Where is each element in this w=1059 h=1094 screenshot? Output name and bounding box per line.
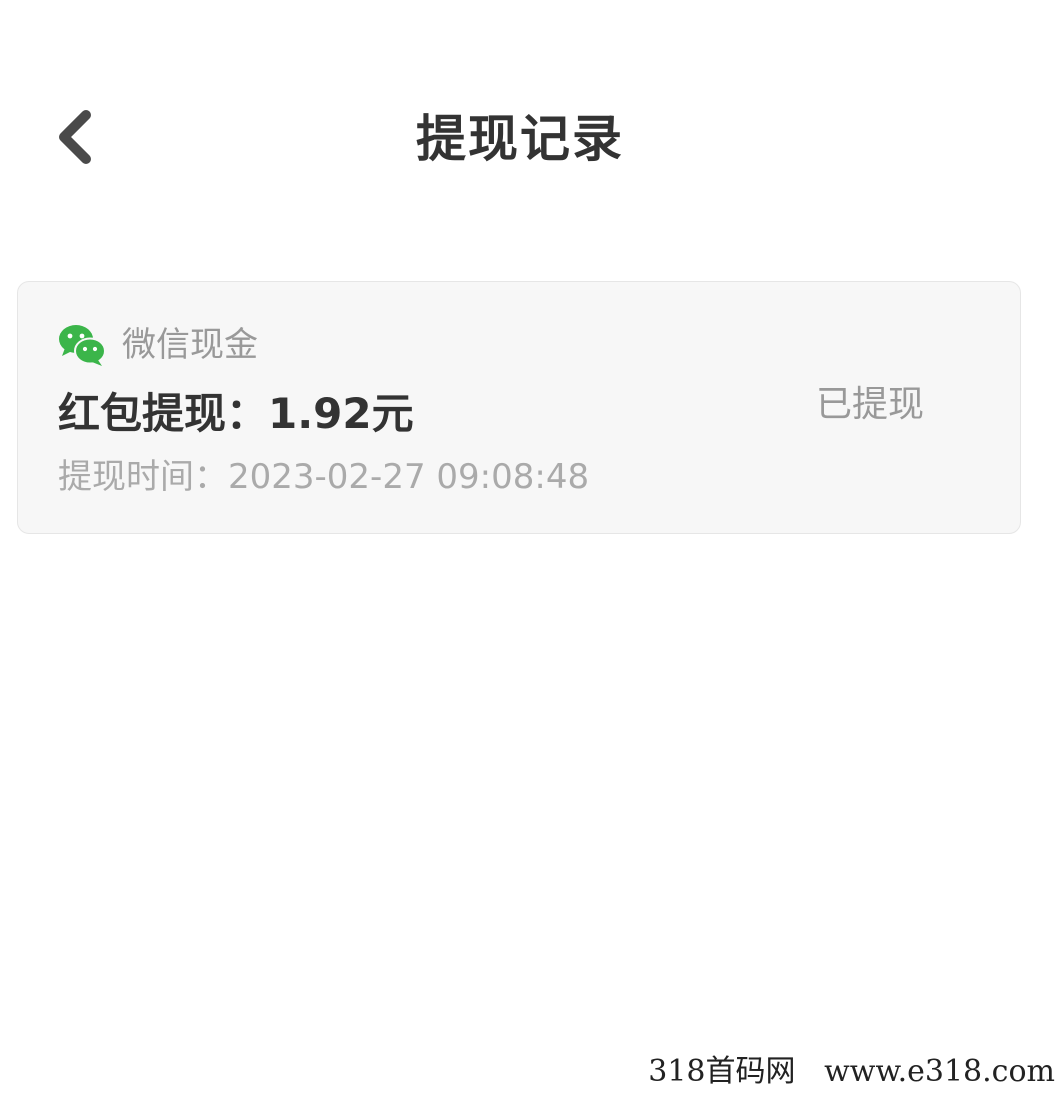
page-title: 提现记录: [416, 110, 624, 168]
withdrawal-time: 提现时间：2023-02-27 09:08:48: [58, 457, 590, 497]
wechat-icon: [59, 325, 106, 366]
withdrawal-record-card: 微信现金 红包提现：1.92元 已提现 提现时间：2023-02-27 09:0…: [17, 281, 1021, 534]
header-bar: 提现记录: [0, 0, 1059, 230]
watermark: 318首码网 www.e318.com: [648, 1054, 1055, 1089]
withdrawal-amount: 红包提现：1.92元: [58, 389, 414, 438]
channel-label: 微信现金: [122, 325, 258, 365]
channel-row: 微信现金: [58, 320, 258, 370]
status-badge: 已提现: [815, 384, 924, 425]
